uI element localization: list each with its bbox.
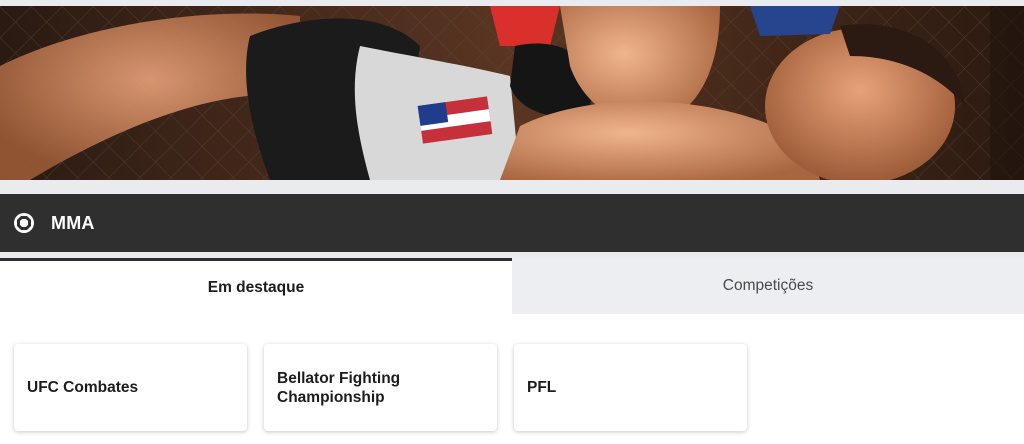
featured-content: UFC Combates Bellator Fighting Champions… [0,314,1024,444]
tab-featured[interactable]: Em destaque [0,258,512,314]
octagon-icon [13,212,35,234]
competition-card-bellator[interactable]: Bellator Fighting Championship [264,344,497,431]
sport-header: MMA [0,194,1024,252]
competition-card-ufc[interactable]: UFC Combates [14,344,247,431]
hero-banner-image [0,6,1024,180]
tab-competitions[interactable]: Competições [512,258,1024,314]
sport-title: MMA [51,212,95,233]
competition-card-label: Bellator Fighting Championship [277,369,401,406]
competition-card-label: UFC Combates [27,379,139,396]
competition-card-label: PFL [527,379,557,396]
competition-card-pfl[interactable]: PFL [514,344,747,431]
tab-bar: Em destaque Competições [0,258,1024,314]
page: MMA Em destaque Competições UFC Combates… [0,0,1024,444]
